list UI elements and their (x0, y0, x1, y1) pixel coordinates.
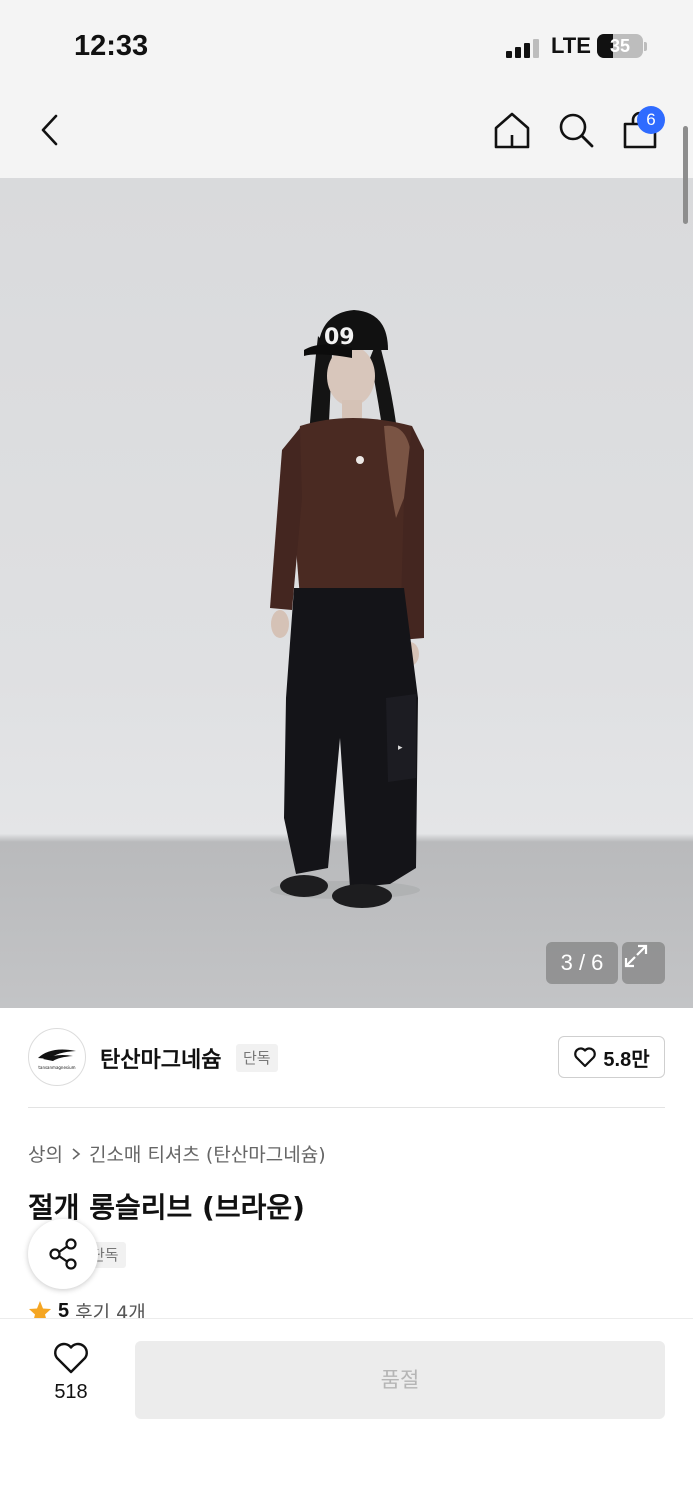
heart-icon (574, 1047, 597, 1068)
brand-exclusive-tag: 단독 (236, 1044, 278, 1072)
network-label: LTE (551, 33, 591, 58)
brand-logo[interactable]: tansanmagnesium (28, 1028, 86, 1086)
breadcrumb: 상의 긴소매 티셔츠 (탄산마그네슘) (28, 1140, 326, 1167)
wishlist-button[interactable]: 518 (36, 1341, 106, 1411)
sold-out-button[interactable]: 품절 (135, 1341, 665, 1419)
chevron-left-icon (41, 114, 58, 146)
search-button[interactable] (554, 108, 598, 152)
heart-icon (54, 1342, 88, 1374)
status-time: 12:33 (74, 30, 149, 62)
battery-level: 35 (609, 36, 631, 56)
product-photo-model: 09 ▸ (270, 310, 424, 908)
svg-text:▸: ▸ (398, 743, 403, 753)
expand-image-button[interactable] (622, 942, 665, 984)
share-icon (49, 1238, 77, 1270)
brand-like-button[interactable]: 5.8만 (558, 1036, 665, 1078)
image-page-counter: 3 / 6 (546, 942, 618, 984)
svg-text:09: 09 (324, 325, 355, 350)
status-bar: 12:33 LTE 35 (0, 0, 693, 90)
product-image[interactable]: 09 ▸ 3 / 6 (0, 178, 693, 1008)
wishlist-count: 518 (54, 1381, 88, 1403)
home-icon (494, 112, 530, 149)
top-navigation (0, 90, 693, 178)
brand-row: tansanmagnesium 탄산마그네슘 단독 5.8만 (0, 1008, 693, 1108)
search-icon (559, 113, 594, 148)
share-button[interactable] (28, 1219, 98, 1289)
home-button[interactable] (490, 108, 534, 152)
breadcrumb-subcategory[interactable]: 긴소매 티셔츠 (탄산마그네슘) (89, 1140, 326, 1167)
back-button[interactable] (30, 108, 70, 152)
battery-icon: 35 (597, 34, 643, 58)
brand-like-count: 5.8만 (603, 1048, 650, 1071)
divider (28, 1107, 665, 1108)
breadcrumb-category[interactable]: 상의 (28, 1140, 63, 1167)
scrollbar[interactable] (683, 126, 688, 224)
chevron-right-icon (72, 1147, 81, 1160)
battery-tip (644, 42, 647, 51)
bottom-action-bar: 518 품절 (0, 1318, 693, 1500)
signal-icon (506, 38, 540, 58)
expand-icon (624, 944, 648, 968)
brand-name[interactable]: 탄산마그네슘 (100, 1042, 221, 1074)
cart-count-badge: 6 (637, 106, 665, 134)
brand-logo-text: tansanmagnesium (38, 1065, 75, 1070)
